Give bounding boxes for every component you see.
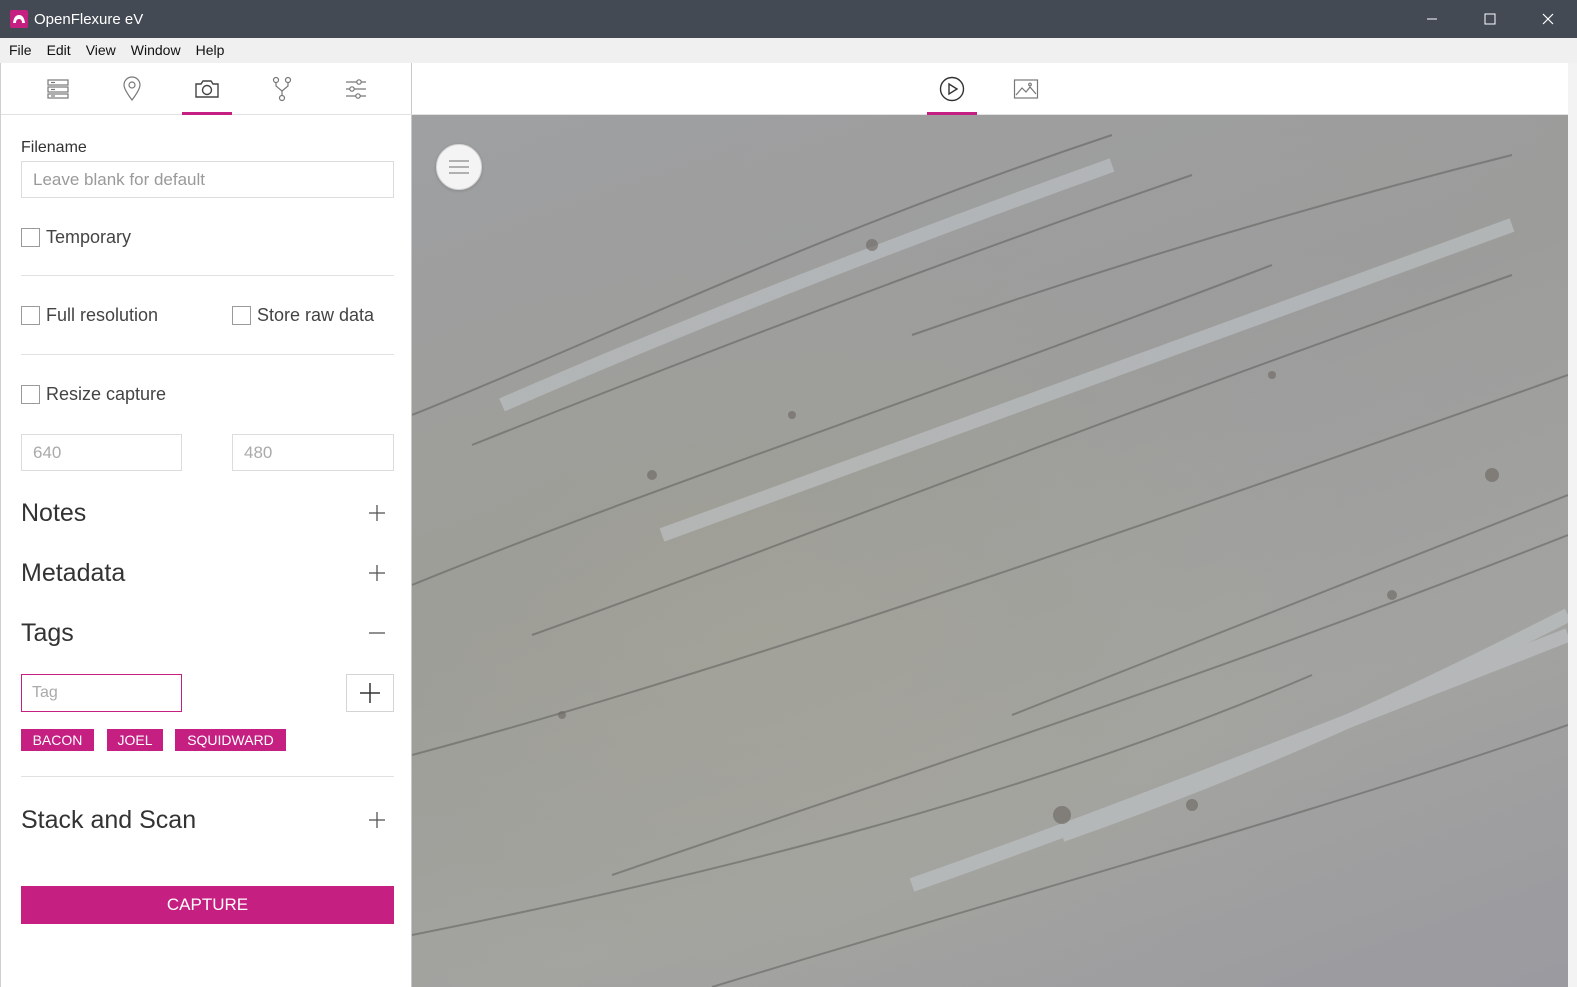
capture-button[interactable]: CAPTURE: [21, 886, 394, 924]
tab-gallery[interactable]: [1001, 63, 1051, 115]
tag-chip[interactable]: BACON: [21, 729, 94, 751]
filename-input[interactable]: Leave blank for default: [21, 161, 394, 198]
menu-bar: File Edit View Window Help: [0, 38, 1577, 63]
temporary-checkbox[interactable]: [21, 228, 40, 247]
plus-icon: [369, 505, 385, 521]
tab-capture[interactable]: [182, 63, 232, 115]
maximize-icon: [1484, 13, 1496, 25]
store-raw-data-label: Store raw data: [257, 305, 375, 325]
plus-icon: [360, 683, 380, 703]
tag-chip[interactable]: SQUIDWARD: [175, 729, 286, 751]
menu-view[interactable]: View: [78, 38, 123, 63]
minimize-icon: [1427, 18, 1437, 20]
tab-live-stream[interactable]: [927, 63, 977, 115]
metadata-expand-button[interactable]: [366, 562, 388, 584]
menu-file[interactable]: File: [0, 38, 39, 63]
openflexure-logo-icon: [10, 10, 28, 28]
window-title: OpenFlexure eV: [34, 10, 144, 28]
camera-icon: [195, 80, 219, 98]
full-resolution-checkbox[interactable]: [21, 306, 40, 325]
gallery-image-icon: [1013, 79, 1039, 99]
close-button[interactable]: [1519, 0, 1577, 38]
resize-capture-row[interactable]: Resize capture: [21, 384, 166, 405]
minus-icon: [369, 632, 385, 634]
tab-workflow[interactable]: [257, 63, 307, 115]
divider: [21, 776, 394, 777]
temporary-checkbox-row[interactable]: Temporary: [21, 227, 131, 248]
tag-chip[interactable]: JOEL: [107, 729, 163, 751]
tag-input[interactable]: Tag: [21, 674, 182, 712]
close-icon: [1542, 13, 1554, 25]
location-pin-icon: [123, 76, 141, 102]
resize-width-input[interactable]: 640: [21, 434, 182, 471]
resize-height-input[interactable]: 480: [232, 434, 394, 471]
stack-and-scan-section-title[interactable]: Stack and Scan: [21, 806, 196, 835]
full-resolution-row[interactable]: Full resolution: [21, 305, 158, 326]
divider: [21, 275, 394, 276]
stream-menu-button[interactable]: [436, 144, 482, 190]
main-tab-bar: [412, 63, 1568, 115]
tab-storage[interactable]: [33, 63, 83, 115]
window-titlebar: OpenFlexure eV: [0, 0, 1577, 38]
microscope-stream[interactable]: [412, 115, 1568, 987]
menu-help[interactable]: Help: [188, 38, 232, 63]
sliders-icon: [346, 79, 366, 99]
fork-icon: [272, 76, 292, 102]
divider: [21, 354, 394, 355]
notes-expand-button[interactable]: [366, 502, 388, 524]
tags-collapse-button[interactable]: [366, 622, 388, 644]
resize-capture-checkbox[interactable]: [21, 385, 40, 404]
full-resolution-label: Full resolution: [46, 305, 159, 325]
stack-and-scan-expand-button[interactable]: [366, 809, 388, 831]
menu-edit[interactable]: Edit: [39, 38, 78, 63]
capture-sidebar: Filename Leave blank for default Tempora…: [0, 63, 412, 987]
minimize-button[interactable]: [1403, 0, 1461, 38]
main-view: [412, 63, 1577, 987]
notes-section-title[interactable]: Notes: [21, 499, 86, 528]
temporary-label: Temporary: [46, 227, 132, 247]
store-raw-data-checkbox[interactable]: [232, 306, 251, 325]
plus-icon: [369, 565, 385, 581]
metadata-section-title[interactable]: Metadata: [21, 559, 125, 588]
tags-section-title[interactable]: Tags: [21, 619, 74, 648]
plus-icon: [369, 812, 385, 828]
filename-label: Filename: [21, 139, 87, 156]
menu-window[interactable]: Window: [123, 38, 188, 63]
maximize-button[interactable]: [1461, 0, 1519, 38]
tag-input-placeholder: Tag: [32, 684, 58, 701]
hamburger-icon: [449, 160, 469, 174]
sidebar-tab-bar: [1, 63, 412, 115]
resize-capture-label: Resize capture: [46, 384, 167, 404]
storage-icon: [47, 79, 69, 99]
play-circle-icon: [939, 76, 965, 102]
tab-settings[interactable]: [331, 63, 381, 115]
tab-navigate[interactable]: [107, 63, 157, 115]
microscope-image: [412, 134, 1568, 987]
add-tag-button[interactable]: [346, 674, 394, 712]
scrollbar-track[interactable]: [1568, 63, 1577, 987]
store-raw-data-row[interactable]: Store raw data: [232, 305, 374, 326]
